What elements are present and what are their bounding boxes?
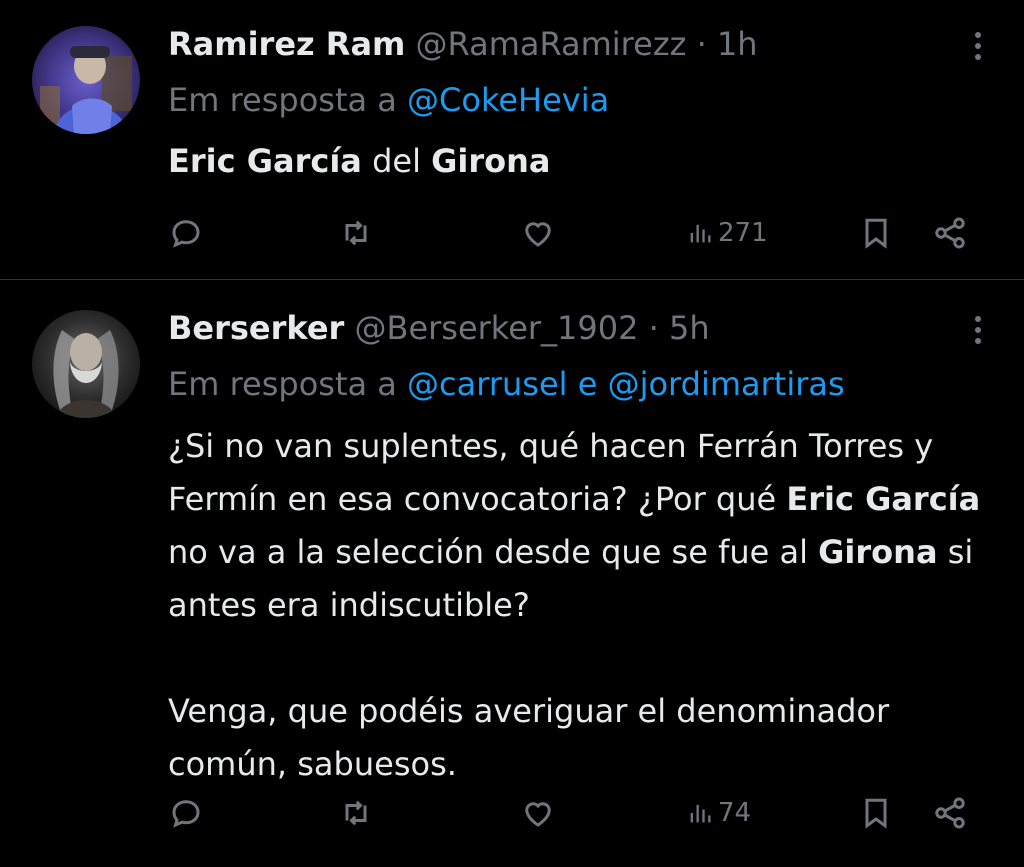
- share-button[interactable]: [932, 793, 968, 833]
- bookmark-button[interactable]: [858, 793, 894, 833]
- more-icon[interactable]: [972, 312, 984, 352]
- views-count: 271: [718, 218, 768, 248]
- tweet[interactable]: Ramirez Ram @RamaRamirezz · 1h Em respos…: [0, 0, 1024, 279]
- views-button[interactable]: 271: [686, 213, 768, 253]
- paragraph: Venga, que podéis averiguar el denominad…: [168, 692, 890, 783]
- share-button[interactable]: [932, 213, 968, 253]
- heart-icon: [525, 222, 551, 247]
- mention-link[interactable]: @CokeHevia: [407, 81, 609, 119]
- reply-context: Em resposta a @carrusel e @jordimartiras: [168, 364, 845, 404]
- text-segment: no va a la selección desde que se fue al: [168, 533, 819, 571]
- user-handle[interactable]: @Berserker_1902: [354, 309, 638, 347]
- retweet-button[interactable]: [338, 793, 374, 833]
- tweet-text: Eric García del Girona: [168, 136, 998, 186]
- tweet-text: ¿Si no van suplentes, qué hacen Ferrán T…: [168, 420, 998, 791]
- reply-prefix: Em resposta a: [168, 81, 397, 119]
- reply-button[interactable]: [168, 213, 204, 253]
- tweet[interactable]: Berserker @Berserker_1902 · 5h Em respos…: [0, 280, 1024, 867]
- heart-icon: [525, 802, 551, 827]
- bookmark-icon: [865, 218, 887, 249]
- bold-text: Eric García: [786, 480, 981, 518]
- timestamp[interactable]: 1h: [717, 25, 758, 63]
- reply-icon: [172, 220, 200, 248]
- views-count: 74: [718, 798, 752, 828]
- bookmark-icon: [865, 798, 887, 829]
- like-button[interactable]: [520, 213, 556, 253]
- bold-text: Girona: [431, 142, 551, 180]
- reply-icon: [172, 800, 200, 828]
- tweet-header: Berserker @Berserker_1902 · 5h: [168, 308, 710, 348]
- avatar[interactable]: [32, 26, 140, 134]
- share-icon: [935, 797, 965, 829]
- reply-button[interactable]: [168, 793, 204, 833]
- tweet-header: Ramirez Ram @RamaRamirezz · 1h: [168, 24, 758, 64]
- timestamp[interactable]: 5h: [669, 309, 710, 347]
- share-icon: [935, 217, 965, 249]
- bold-text: Girona: [818, 533, 938, 571]
- views-icon: [690, 804, 711, 823]
- action-bar: 271: [0, 213, 1024, 253]
- bookmark-button[interactable]: [858, 213, 894, 253]
- user-handle[interactable]: @RamaRamirezz: [416, 25, 687, 63]
- action-bar: 74: [0, 793, 1024, 833]
- separator: ·: [696, 25, 707, 63]
- views-button[interactable]: 74: [686, 793, 751, 833]
- reply-joiner: e: [577, 365, 598, 403]
- paragraph: ¿Si no van suplentes, qué hacen Ferrán T…: [168, 420, 998, 632]
- text-segment: del: [361, 142, 432, 180]
- display-name[interactable]: Ramirez Ram: [168, 25, 405, 63]
- mention-link[interactable]: @carrusel: [407, 365, 567, 403]
- display-name[interactable]: Berserker: [168, 309, 344, 347]
- separator: ·: [648, 309, 659, 347]
- more-icon[interactable]: [972, 28, 984, 68]
- like-button[interactable]: [520, 793, 556, 833]
- retweet-button[interactable]: [338, 213, 374, 253]
- reply-context: Em resposta a @CokeHevia: [168, 80, 609, 120]
- retweet-icon: [345, 220, 367, 246]
- views-icon: [690, 224, 711, 243]
- mention-link[interactable]: @jordimartiras: [608, 365, 845, 403]
- reply-prefix: Em resposta a: [168, 365, 397, 403]
- retweet-icon: [345, 800, 367, 826]
- avatar[interactable]: [32, 310, 140, 418]
- bold-text: Eric García: [168, 142, 362, 180]
